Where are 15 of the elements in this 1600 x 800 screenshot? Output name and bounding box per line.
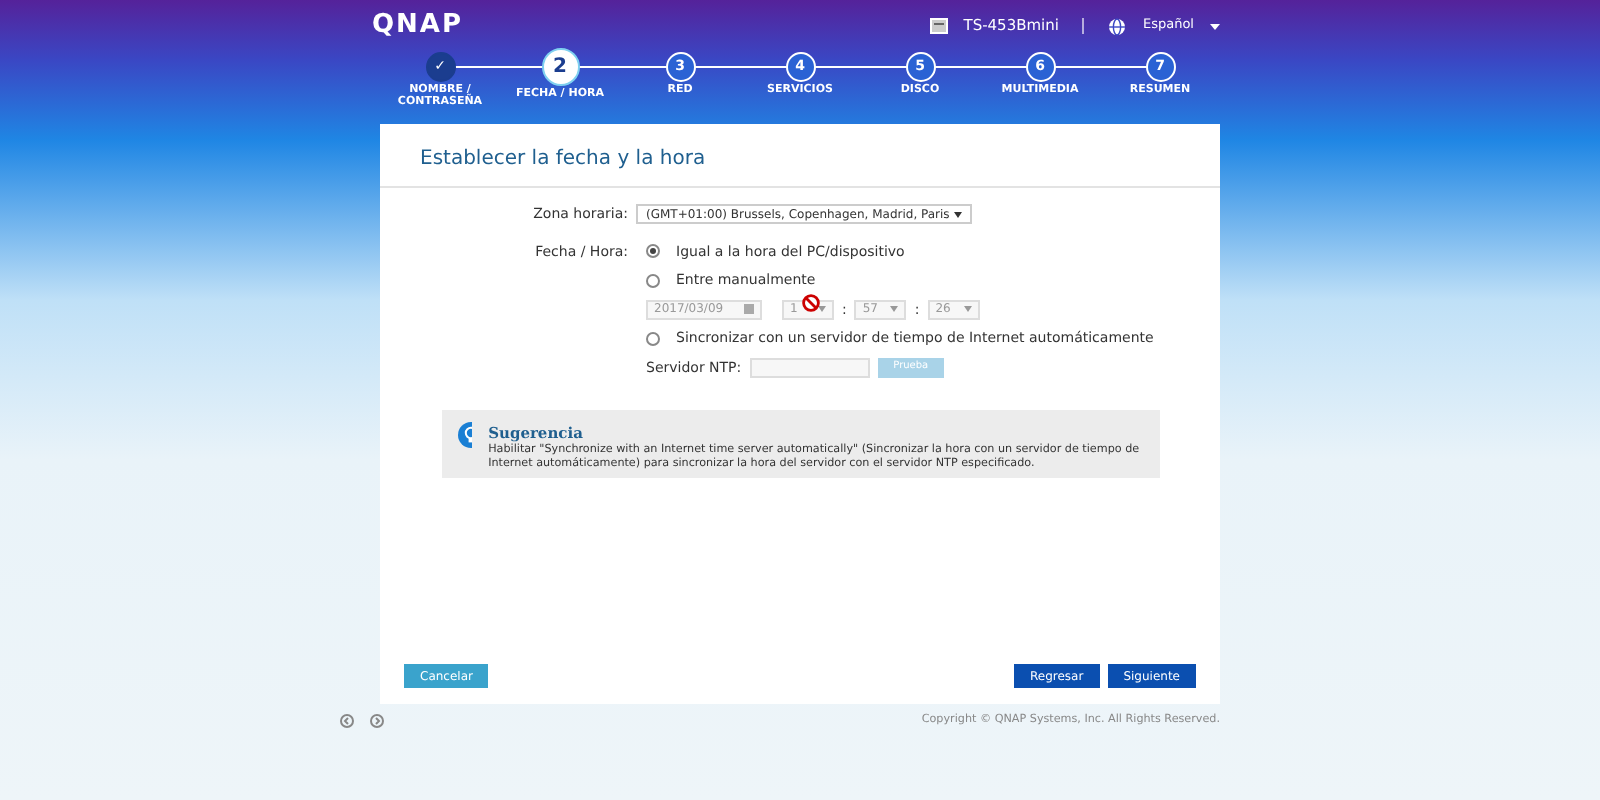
step-indicator: 2 bbox=[541, 48, 579, 86]
caret-icon[interactable] bbox=[1210, 23, 1220, 29]
back-icon[interactable] bbox=[340, 713, 354, 728]
no-entry-icon bbox=[802, 293, 820, 312]
logo: QNAP bbox=[372, 8, 464, 45]
radio-button[interactable] bbox=[646, 331, 660, 346]
forward-icon[interactable] bbox=[370, 713, 384, 728]
caret-icon[interactable] bbox=[954, 211, 962, 218]
globe-icon bbox=[1108, 17, 1127, 35]
radio-button[interactable] bbox=[646, 273, 660, 288]
lightbulb-icon bbox=[458, 422, 473, 448]
panel-title: Establecer la fecha y la hora bbox=[380, 124, 1220, 188]
device-icon bbox=[929, 18, 948, 34]
ntp-server-field[interactable] bbox=[749, 357, 870, 378]
radio-button[interactable] bbox=[646, 244, 660, 259]
